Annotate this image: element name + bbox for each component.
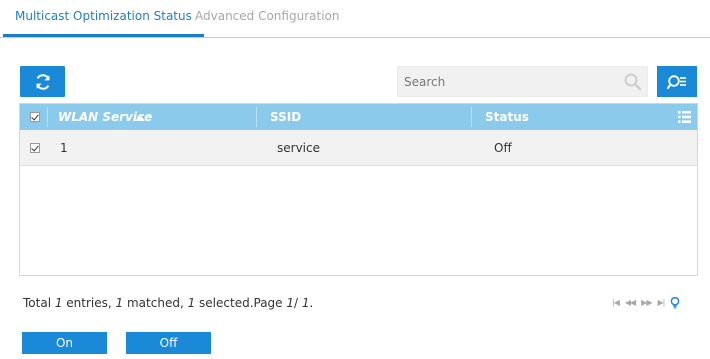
off-button[interactable]: Off	[126, 332, 211, 354]
column-header-status[interactable]: Status	[485, 104, 529, 130]
select-all-checkbox[interactable]	[30, 112, 40, 122]
sort-ascending-icon[interactable]	[135, 115, 145, 121]
search-input[interactable]	[398, 67, 618, 96]
on-button[interactable]: On	[22, 332, 107, 354]
next-page-icon[interactable]: ▶▶	[641, 297, 652, 309]
tab-bar: Multicast Optimization Status Advanced C…	[0, 0, 710, 38]
wlan-table: WLAN Service SSID Status 1 service Off	[19, 103, 698, 276]
column-header-ssid[interactable]: SSID	[270, 104, 301, 130]
cell-ssid: service	[277, 141, 320, 155]
column-divider[interactable]	[256, 107, 257, 127]
table-row[interactable]: 1 service Off	[20, 130, 697, 166]
cell-status: Off	[494, 141, 512, 155]
refresh-icon	[36, 73, 49, 90]
column-divider	[47, 107, 48, 127]
table-header: WLAN Service SSID Status	[20, 104, 697, 130]
tab-multicast-optimization-status[interactable]: Multicast Optimization Status	[3, 0, 204, 37]
row-checkbox[interactable]	[30, 143, 40, 153]
pagination-controls: |◀ ◀◀ ▶▶ ▶|	[612, 297, 680, 309]
search-icon[interactable]	[623, 72, 643, 92]
advanced-search-button[interactable]	[657, 66, 697, 97]
current-page: 1	[286, 296, 295, 310]
first-page-icon[interactable]: |◀	[612, 297, 620, 309]
last-page-icon[interactable]: ▶|	[657, 297, 665, 309]
column-divider[interactable]	[471, 107, 472, 127]
total-pages: 1	[301, 296, 310, 310]
search-box	[397, 66, 648, 97]
column-menu-icon[interactable]	[678, 111, 691, 123]
cell-wlan-service: 1	[60, 141, 68, 155]
previous-page-icon[interactable]: ◀◀	[625, 297, 636, 309]
pagination-summary: Total 1 entries, 1 matched, 1 selected.P…	[23, 296, 314, 310]
lightbulb-icon[interactable]	[670, 297, 680, 309]
advanced-search-icon	[667, 74, 686, 89]
tab-advanced-configuration[interactable]: Advanced Configuration	[183, 0, 351, 37]
refresh-button[interactable]	[20, 66, 65, 97]
